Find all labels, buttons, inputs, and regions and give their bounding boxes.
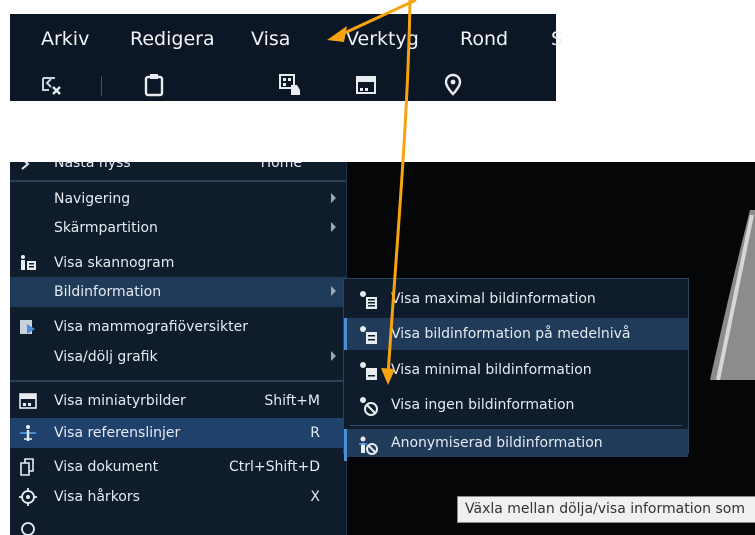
menu-separator [10,180,346,182]
toolbar-divider [101,76,102,96]
menu-item-visa-dolj-grafik[interactable]: Visa/dölj grafik [10,342,346,372]
menu-item-bildinformation[interactable]: Bildinformation [10,277,346,307]
visa-menu: Nästa hyss Home Navigering Skärmpartitio… [10,162,347,535]
submenu-item-medelniva[interactable]: Visa bildinformation på medelnivå [344,318,688,350]
info-medium-icon [357,324,379,346]
menu-arkiv[interactable]: Arkiv [41,28,89,50]
menu-item-partial [10,514,346,535]
menu-item-miniatyrbilder[interactable]: Visa miniatyrbilder Shift+M [10,386,346,416]
menu-item-navigering[interactable]: Navigering [10,184,346,214]
menu-verktyg[interactable]: Verktyg [346,28,419,50]
tooltip: Växla mellan dölja/visa information som [457,496,755,523]
thumbnails-icon [18,391,38,411]
menu-item-next[interactable]: Nästa hyss Home [10,162,346,178]
menu-s[interactable]: S [551,28,563,50]
chevron-right-icon [18,162,38,176]
submenu-separator [350,425,682,426]
info-min-icon [357,360,379,382]
submenu-arrow-icon [331,286,336,296]
location-pin-icon[interactable] [439,72,467,98]
close-study-icon[interactable] [38,72,66,98]
submenu-item-anonymiserad[interactable]: Anonymiserad bildinformation [344,429,688,461]
menu-rond[interactable]: Rond [460,28,508,50]
menu-separator [10,380,346,382]
viewer-area: Nästa hyss Home Navigering Skärmpartitio… [10,162,755,535]
menu-redigera[interactable]: Redigera [130,28,215,50]
submenu-arrow-icon [331,351,336,361]
bildinformation-submenu: Visa maximal bildinformation Visa bildin… [343,278,689,461]
submenu-item-ingen[interactable]: Visa ingen bildinformation [344,389,688,421]
scanogram-icon [18,253,38,273]
document-icon [18,457,38,477]
crosshair-icon [18,487,38,507]
submenu-arrow-icon [331,193,336,203]
menu-item-visa-dokument[interactable]: Visa dokument Ctrl+Shift+D [10,452,346,482]
image-hand-icon[interactable] [277,72,305,98]
menu-visa[interactable]: Visa [251,28,290,50]
menu-item-mammografi[interactable]: Visa mammografiöversikter [10,312,346,342]
menu-bar: Arkiv Redigera Visa Verktyg Rond S [10,14,563,101]
submenu-item-minimal[interactable]: Visa minimal bildinformation [344,354,688,386]
menu-item-referenslinjer[interactable]: Visa referenslinjer R [10,418,346,448]
partial-icon [18,519,38,535]
reference-lines-icon [18,423,38,443]
info-max-icon [357,289,379,311]
menu-item-visa-skannogram[interactable]: Visa skannogram [10,248,346,278]
clipboard-icon[interactable] [140,72,168,98]
menu-item-harkors[interactable]: Visa hårkors X [10,482,346,512]
scan-image-fragment [710,210,755,380]
anonymized-icon [357,435,379,457]
mammography-icon [18,317,38,337]
submenu-item-maximal[interactable]: Visa maximal bildinformation [344,283,688,315]
submenu-arrow-icon [331,222,336,232]
menu-item-skarmpartition[interactable]: Skärmpartition [10,213,346,243]
thumbnail-icon[interactable] [352,72,380,98]
info-none-icon [357,395,379,417]
